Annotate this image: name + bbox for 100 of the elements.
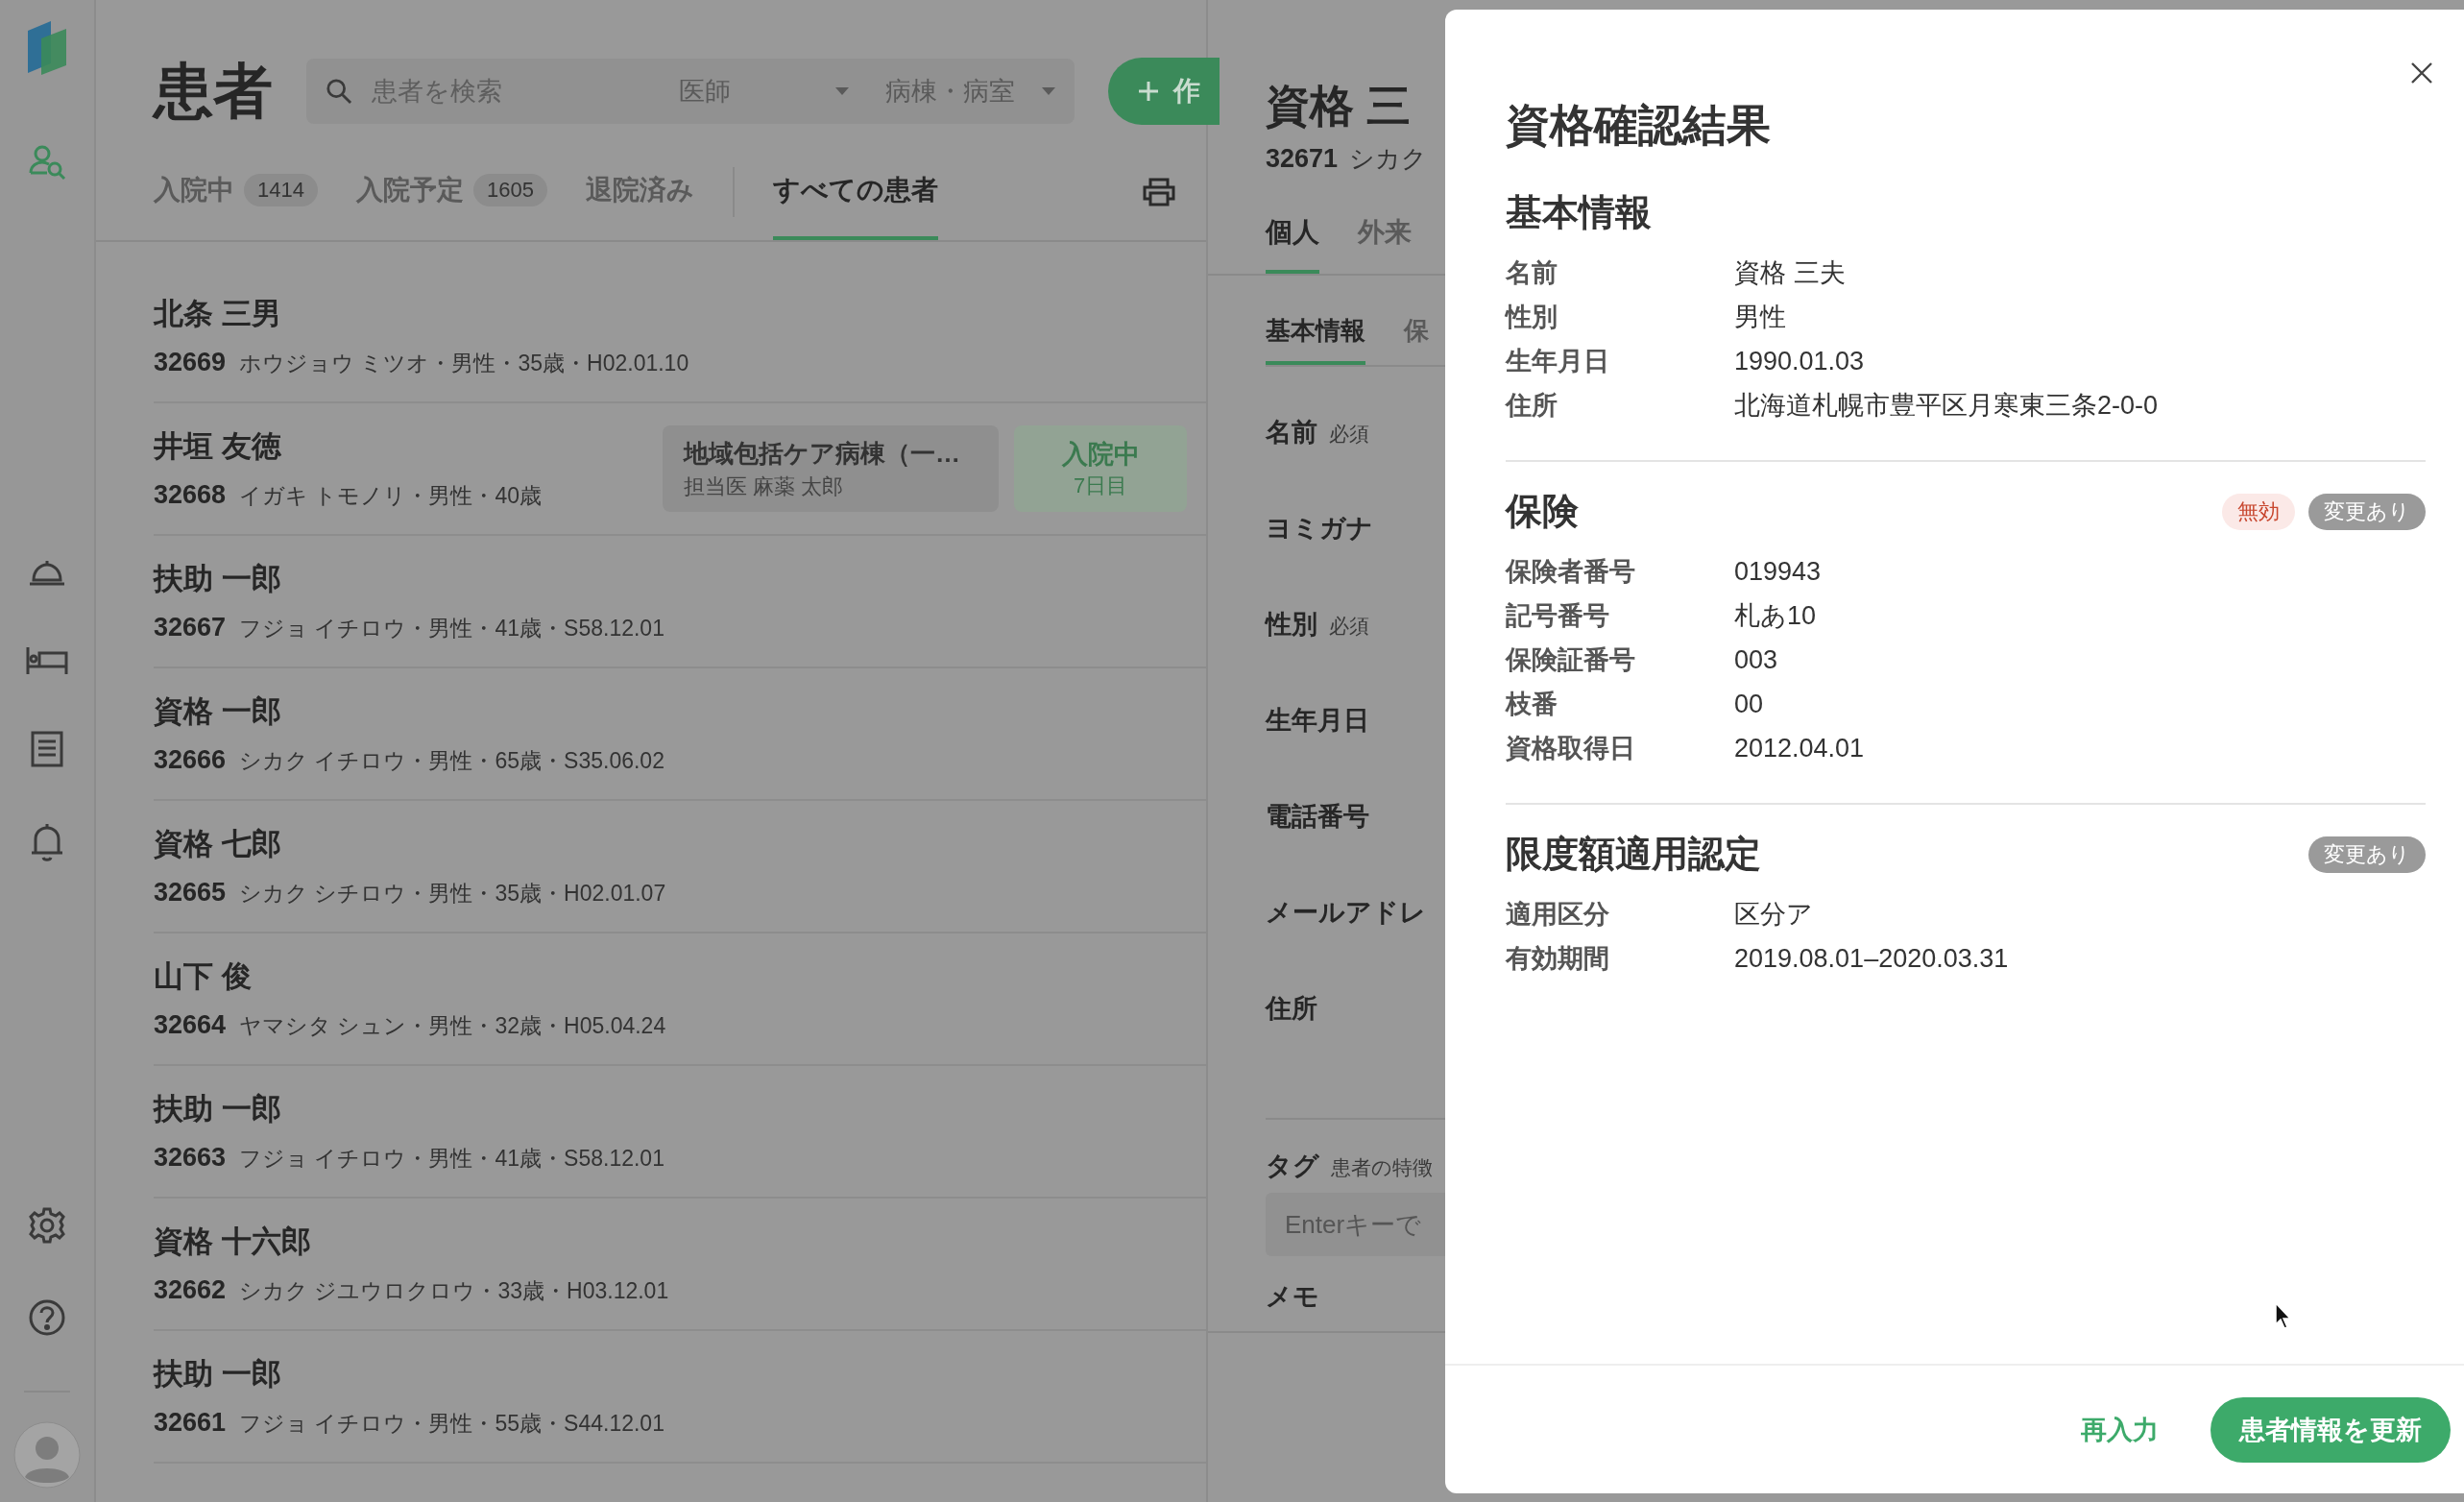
- field-value: 札あ10: [1734, 600, 1817, 632]
- field-label: 名前: [1266, 417, 1317, 448]
- tab[interactable]: すべての患者: [772, 144, 938, 240]
- field-value: 資格 三夫: [1734, 257, 1846, 289]
- patient-row[interactable]: 資格 七郎 32665 シカク シチロウ・男性・35歳・H02.01.07: [154, 801, 1206, 933]
- help-icon[interactable]: [28, 1298, 66, 1337]
- patient-row[interactable]: 資格 一郎 32666 シカク イチロウ・男性・65歳・S35.06.02: [154, 668, 1206, 801]
- field-label: 有効期間: [1506, 943, 1610, 975]
- status-badge: 無効: [2222, 493, 2295, 530]
- field-label: 記号番号: [1506, 600, 1610, 632]
- patient-details: シカク イチロウ・男性・65歳・S35.06.02: [239, 747, 664, 775]
- count-badge: 1605: [472, 174, 547, 206]
- field-label: 資格取得日: [1506, 733, 1636, 764]
- patient-details: フジョ イチロウ・男性・55歳・S44.12.01: [239, 1410, 664, 1438]
- patient-id: 32663: [154, 1143, 227, 1173]
- bell-icon[interactable]: [30, 822, 64, 862]
- search-icon: [326, 77, 352, 106]
- caret-icon: [835, 87, 849, 95]
- field-value: 男性: [1734, 302, 1786, 333]
- tag-input[interactable]: Enterキーで: [1266, 1193, 1445, 1256]
- tab[interactable]: 個人: [1266, 214, 1319, 274]
- status-day: 7日目: [1073, 472, 1128, 500]
- field-value: 019943: [1734, 556, 1822, 587]
- field-value: 00: [1734, 689, 1764, 719]
- patient-row[interactable]: 扶助 一郎 32667 フジョ イチロウ・男性・41歳・S58.12.01: [154, 536, 1206, 668]
- settings-icon[interactable]: [28, 1206, 66, 1245]
- doctor-name: 担当医 麻薬 太郎: [684, 472, 845, 500]
- patient-details: イガキ トモノリ・男性・40歳: [239, 482, 543, 510]
- patient-id: 32664: [154, 1010, 227, 1040]
- required-label: 必須: [1329, 614, 1369, 639]
- tab[interactable]: 入院予定 1605: [355, 144, 547, 240]
- patient-name: 井垣 友徳: [154, 428, 282, 465]
- section-title: 保険: [1506, 490, 1579, 533]
- create-button[interactable]: 作: [1108, 58, 1220, 125]
- patient-details: ヤマシタ シュン・男性・32歳・H05.04.24: [239, 1012, 666, 1040]
- patient-row[interactable]: 資格 十六郎 32662 シカク ジユウロクロウ・33歳・H03.12.01: [154, 1199, 1206, 1331]
- patient-name: 扶助 一郎: [154, 1356, 282, 1393]
- field-label: 適用区分: [1506, 899, 1610, 931]
- update-button[interactable]: 患者情報を更新: [2210, 1396, 2451, 1463]
- patient-name: 資格 一郎: [154, 693, 282, 730]
- patient-id: 32665: [154, 878, 227, 908]
- patient-row[interactable]: 山下 俊 32664 ヤマシタ シュン・男性・32歳・H05.04.24: [154, 933, 1206, 1066]
- patient-name: 資格 七郎: [154, 826, 282, 862]
- dialog-title: 資格確認結果: [1506, 99, 1771, 152]
- patient-details: フジョ イチロウ・男性・41歳・S58.12.01: [239, 1145, 664, 1173]
- field-label: 枝番: [1506, 689, 1558, 720]
- count-badge: 1414: [244, 174, 318, 206]
- patient-kana: シカク: [1349, 143, 1428, 175]
- plus-icon: [1137, 80, 1160, 103]
- field-label: 住所: [1506, 390, 1558, 422]
- patient-row[interactable]: 扶助 一郎 32663 フジョ イチロウ・男性・41歳・S58.12.01: [154, 1066, 1206, 1199]
- field-label: 名前: [1506, 257, 1558, 289]
- patient-details: シカク ジユウロクロウ・33歳・H03.12.01: [239, 1277, 669, 1305]
- field-label: 性別: [1266, 609, 1317, 641]
- field-value: 2012.04.01: [1734, 733, 1865, 763]
- patient-id: 32661: [154, 1408, 227, 1438]
- status-badge: 変更あり: [2308, 836, 2426, 873]
- field-label: 住所: [1266, 993, 1317, 1025]
- reenter-button[interactable]: 再入力: [2058, 1396, 2182, 1463]
- patient-id: 32666: [154, 745, 227, 775]
- patient-name: 資格 三: [1266, 80, 1412, 133]
- patient-row[interactable]: 北条 三男 32669 ホウジョウ ミツオ・男性・35歳・H02.01.10: [154, 271, 1206, 403]
- patient-row[interactable]: 井垣 友徳 32668 イガキ トモノリ・男性・40歳 地域包括ケア病棟（一… 担当医 麻薬 太郎 入院中 7日目: [154, 403, 1206, 536]
- field-value: 北海道札幌市豊平区月寒東三条2-0-0: [1734, 390, 2159, 422]
- patient-details: フジョ イチロウ・男性・41歳・S58.12.01: [239, 615, 664, 642]
- patient-id: 32669: [154, 348, 227, 377]
- tab[interactable]: 入院中 1414: [154, 144, 318, 240]
- field-label: 電話番号: [1266, 801, 1369, 833]
- patient-details: ホウジョウ ミツオ・男性・35歳・H02.01.10: [239, 350, 689, 377]
- section-title: 限度額適用認定: [1506, 833, 1761, 876]
- field-value: 003: [1734, 644, 1778, 675]
- patient-id: 32668: [154, 480, 227, 510]
- field-value: 区分ア: [1734, 899, 1813, 931]
- page-title: 患者: [154, 57, 273, 126]
- tab[interactable]: 基本情報: [1266, 314, 1365, 365]
- logo-icon: [28, 21, 66, 75]
- patient-id: 32667: [154, 613, 227, 642]
- patient-name: 山下 俊: [154, 958, 253, 995]
- close-icon[interactable]: [2410, 61, 2433, 85]
- field-label: 性別: [1506, 302, 1558, 333]
- patient-name: 北条 三男: [154, 296, 282, 332]
- ward-name: 地域包括ケア病棟（一…: [684, 437, 961, 470]
- field-label: ヨミガナ: [1266, 513, 1373, 545]
- patient-name: 資格 十六郎: [154, 1223, 312, 1260]
- caret-icon: [1042, 87, 1055, 95]
- status-label: 入院中: [1061, 439, 1140, 471]
- patient-details: シカク シチロウ・男性・35歳・H02.01.07: [239, 880, 666, 908]
- field-label: 保険者番号: [1506, 556, 1636, 588]
- field-label: タグ: [1266, 1151, 1319, 1182]
- document-icon[interactable]: [30, 730, 64, 768]
- print-icon[interactable]: [1143, 178, 1175, 206]
- patient-name: 扶助 一郎: [154, 1091, 282, 1127]
- section-title: 基本情報: [1506, 191, 1652, 234]
- patient-id: 32671: [1266, 144, 1339, 174]
- field-hint: 患者の特徴: [1331, 1155, 1433, 1180]
- required-label: 必須: [1329, 422, 1369, 447]
- field-label: 生年月日: [1506, 346, 1610, 377]
- field-label: 生年月日: [1266, 705, 1369, 737]
- patient-row[interactable]: 扶助 一郎 32661 フジョ イチロウ・男性・55歳・S44.12.01: [154, 1331, 1206, 1464]
- field-label: メールアドレ: [1266, 897, 1426, 929]
